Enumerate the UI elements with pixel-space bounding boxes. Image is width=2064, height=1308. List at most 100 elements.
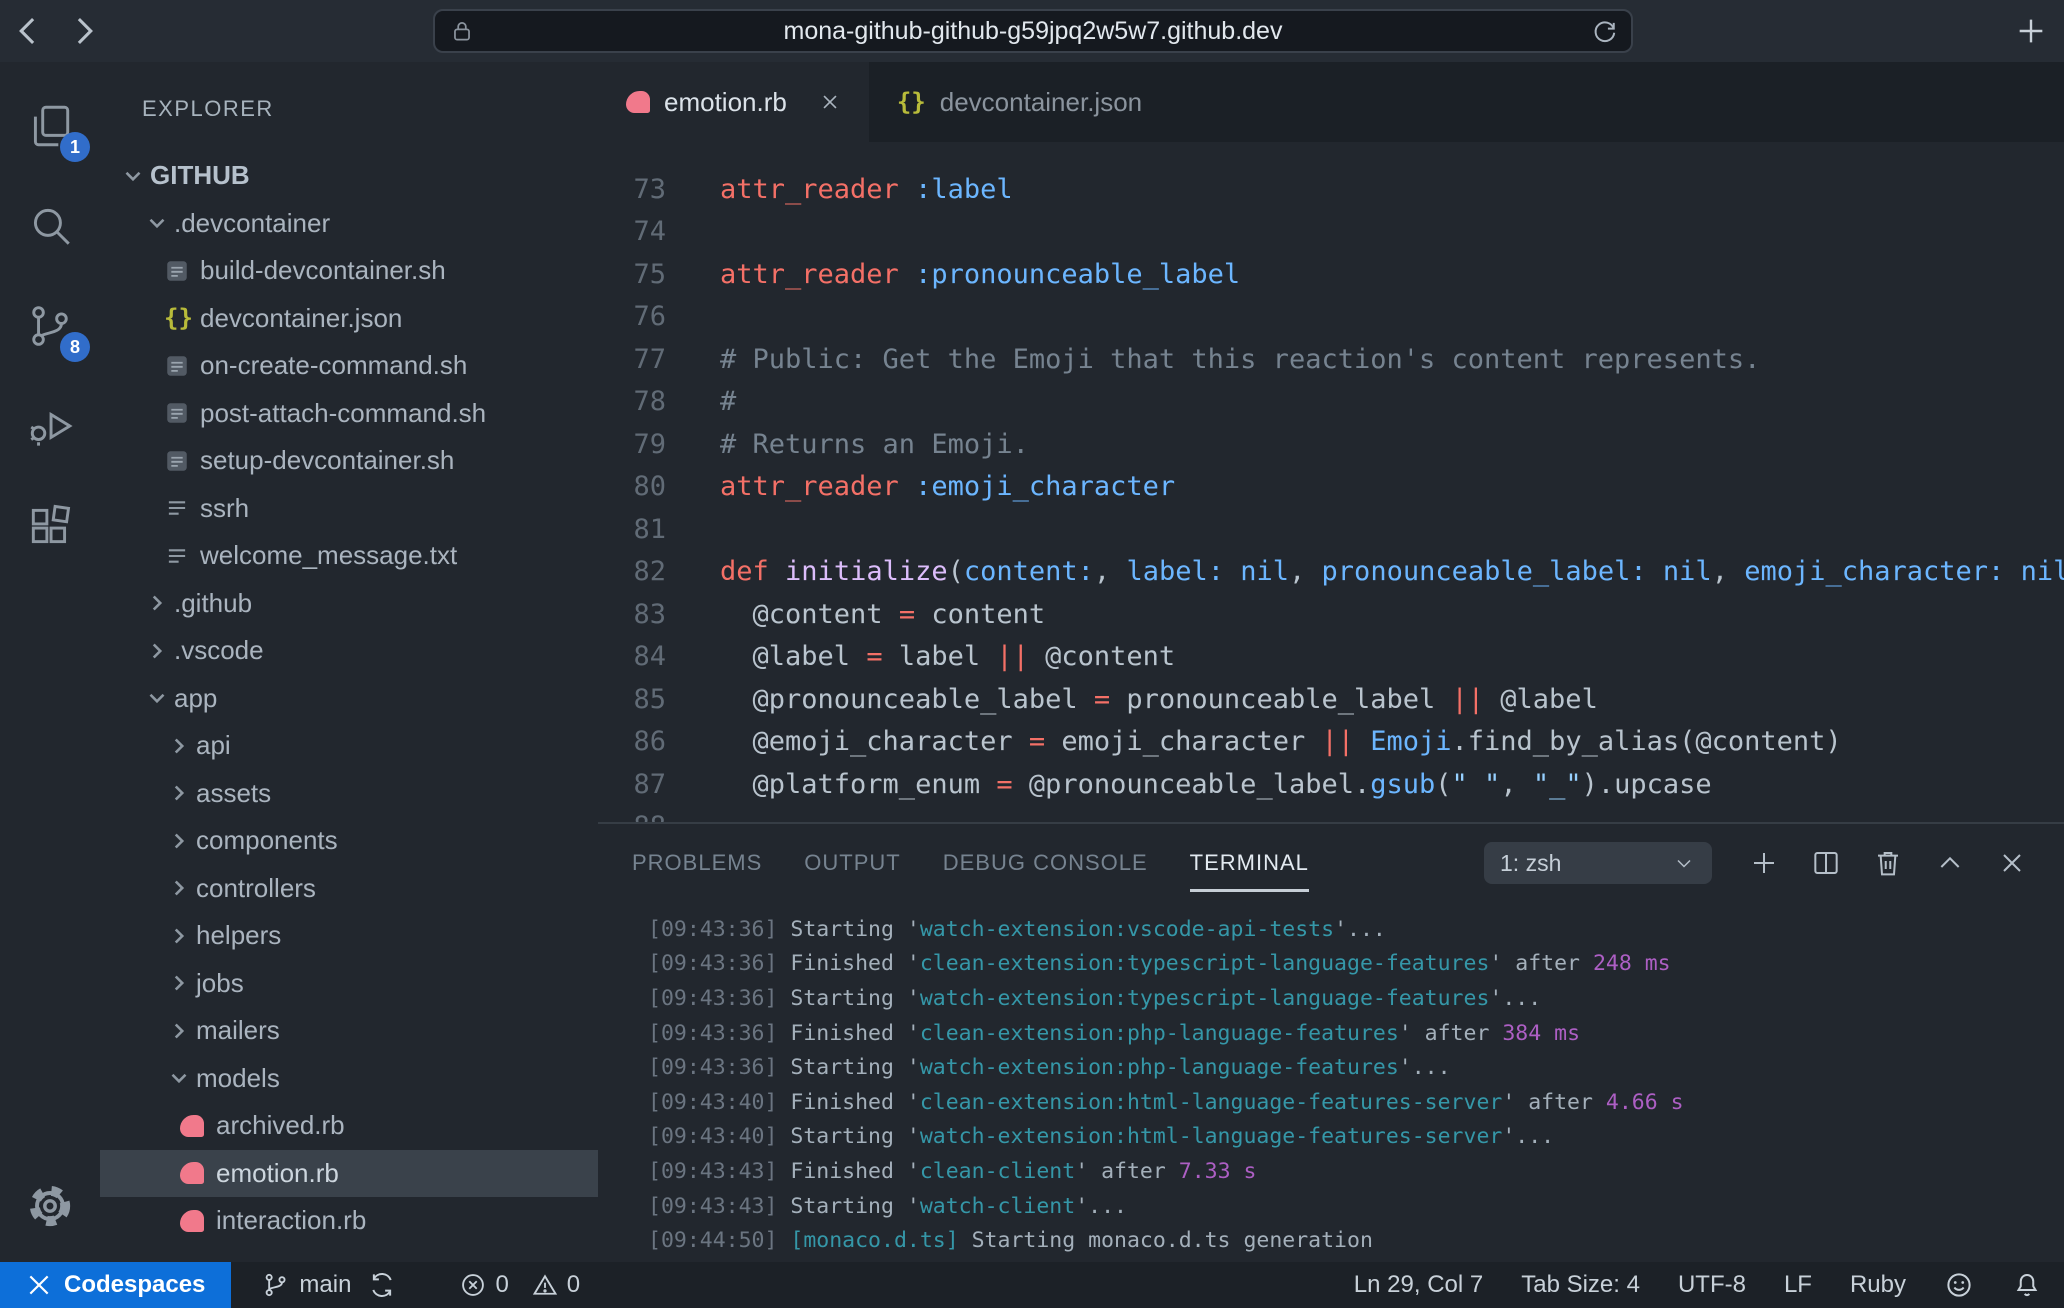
tree-item-models[interactable]: models bbox=[100, 1055, 598, 1103]
sh-file-icon bbox=[164, 400, 198, 426]
tree-item-controllers[interactable]: controllers bbox=[100, 865, 598, 913]
browser-toolbar: mona-github-github-g59jpq2w5w7.github.de… bbox=[0, 0, 2064, 62]
line-number: 83 bbox=[598, 599, 666, 630]
cursor-position-status-item[interactable]: Ln 29, Col 7 bbox=[1354, 1271, 1483, 1299]
close-tab-icon[interactable] bbox=[819, 91, 841, 113]
encoding-status-item[interactable]: UTF-8 bbox=[1678, 1271, 1746, 1299]
tree-item-api[interactable]: api bbox=[100, 722, 598, 770]
extensions-icon[interactable] bbox=[18, 494, 82, 558]
panel-tab-terminal[interactable]: TERMINAL bbox=[1190, 850, 1309, 876]
warning-count: 0 bbox=[567, 1271, 580, 1299]
chevron-down-icon bbox=[142, 685, 172, 711]
eol-status-item[interactable]: LF bbox=[1784, 1271, 1812, 1299]
status-bar: Codespaces main 0 0 Ln 29, Col 7 Tab Size… bbox=[0, 1262, 2064, 1308]
tree-item-GITHUB[interactable]: GITHUB bbox=[100, 152, 598, 200]
sh-file-icon bbox=[164, 448, 198, 474]
editor-tab-emotion.rb[interactable]: emotion.rb bbox=[598, 62, 869, 142]
tree-item-helpers[interactable]: helpers bbox=[100, 912, 598, 960]
chevron-right-icon bbox=[164, 923, 194, 949]
address-bar[interactable]: mona-github-github-g59jpq2w5w7.github.de… bbox=[433, 9, 1633, 53]
tree-item-components[interactable]: components bbox=[100, 817, 598, 865]
run-debug-icon[interactable] bbox=[18, 394, 82, 458]
error-icon bbox=[459, 1271, 487, 1299]
tree-item-post-attach-command.sh[interactable]: post-attach-command.sh bbox=[100, 390, 598, 438]
ruby-file-icon bbox=[626, 91, 650, 113]
settings-gear-icon[interactable] bbox=[18, 1174, 82, 1238]
tree-item-interaction.rb[interactable]: interaction.rb bbox=[100, 1197, 598, 1245]
feedback-smiley-icon[interactable] bbox=[1944, 1270, 1974, 1300]
tree-item-archived.rb[interactable]: archived.rb bbox=[100, 1102, 598, 1150]
editor-tab-bar: emotion.rb{}devcontainer.json bbox=[598, 62, 2064, 142]
codespaces-label: Codespaces bbox=[64, 1271, 205, 1299]
tree-item-mailers[interactable]: mailers bbox=[100, 1007, 598, 1055]
terminal-line: [09:43:36] Finished 'clean-extension:typ… bbox=[648, 947, 2064, 982]
codespaces-status-item[interactable]: Codespaces bbox=[0, 1262, 231, 1308]
problems-status-item[interactable]: 0 0 bbox=[459, 1271, 594, 1299]
terminal-line: [09:43:43] Finished 'clean-client' after… bbox=[648, 1154, 2064, 1189]
code-line-75: 75attr_reader :pronounceable_label bbox=[598, 253, 2064, 296]
terminal-shell-label: 1: zsh bbox=[1500, 850, 1561, 877]
panel-tab-output[interactable]: OUTPUT bbox=[804, 850, 900, 876]
tree-item-.vscode[interactable]: .vscode bbox=[100, 627, 598, 675]
chevron-right-icon bbox=[164, 733, 194, 759]
tree-item-setup-devcontainer.sh[interactable]: setup-devcontainer.sh bbox=[100, 437, 598, 485]
chevron-down-icon bbox=[142, 210, 172, 236]
tree-item-jobs[interactable]: jobs bbox=[100, 960, 598, 1008]
split-terminal-icon[interactable] bbox=[1810, 847, 1842, 879]
close-panel-icon[interactable] bbox=[1996, 847, 2028, 879]
language-mode-status-item[interactable]: Ruby bbox=[1850, 1271, 1906, 1299]
explorer-badge: 1 bbox=[60, 132, 90, 162]
json-file-icon: {} bbox=[164, 304, 198, 332]
tree-item-assets[interactable]: assets bbox=[100, 770, 598, 818]
txt-file-icon bbox=[164, 543, 198, 569]
panel-tab-problems[interactable]: PROBLEMS bbox=[632, 850, 762, 876]
tree-item-.devcontainer[interactable]: .devcontainer bbox=[100, 200, 598, 248]
browser-forward-button[interactable] bbox=[56, 3, 112, 59]
editor-region: emotion.rb{}devcontainer.json 73attr_rea… bbox=[598, 62, 2064, 1262]
ruby-file-icon bbox=[180, 1162, 214, 1184]
code-line-88: 88 bbox=[598, 806, 2064, 823]
chevron-down-icon bbox=[118, 163, 148, 189]
new-tab-button[interactable] bbox=[2014, 14, 2048, 53]
tree-item-build-devcontainer.sh[interactable]: build-devcontainer.sh bbox=[100, 247, 598, 295]
code-line-74: 74 bbox=[598, 211, 2064, 254]
explorer-activity-icon[interactable]: 1 bbox=[18, 94, 82, 158]
branch-icon bbox=[261, 1271, 289, 1299]
tree-item-on-create-command.sh[interactable]: on-create-command.sh bbox=[100, 342, 598, 390]
new-terminal-icon[interactable] bbox=[1748, 847, 1780, 879]
tree-item-label: .github bbox=[174, 588, 252, 619]
url-text: mona-github-github-g59jpq2w5w7.github.de… bbox=[435, 17, 1631, 46]
branch-status-item[interactable]: main bbox=[261, 1270, 397, 1300]
maximize-panel-icon[interactable] bbox=[1934, 847, 1966, 879]
kill-terminal-trash-icon[interactable] bbox=[1872, 847, 1904, 879]
tree-item-.github[interactable]: .github bbox=[100, 580, 598, 628]
tree-item-welcome_message.txt[interactable]: welcome_message.txt bbox=[100, 532, 598, 580]
tree-item-label: helpers bbox=[196, 920, 281, 951]
tree-item-ssrh[interactable]: ssrh bbox=[100, 485, 598, 533]
search-icon[interactable] bbox=[18, 194, 82, 258]
tree-item-app[interactable]: app bbox=[100, 675, 598, 723]
reload-icon[interactable] bbox=[1591, 17, 1619, 45]
tree-item-label: post-attach-command.sh bbox=[200, 398, 486, 429]
tree-item-emotion.rb[interactable]: emotion.rb bbox=[100, 1150, 598, 1198]
panel-header: PROBLEMS OUTPUT DEBUG CONSOLE TERMINAL 1: z… bbox=[598, 824, 2064, 902]
sync-icon bbox=[367, 1270, 397, 1300]
tab-size-status-item[interactable]: Tab Size: 4 bbox=[1521, 1271, 1640, 1299]
tab-label: devcontainer.json bbox=[940, 87, 1142, 118]
line-number: 80 bbox=[598, 471, 666, 502]
terminal-shell-dropdown[interactable]: 1: zsh bbox=[1484, 842, 1712, 884]
tree-item-label: ssrh bbox=[200, 493, 249, 524]
browser-back-button[interactable] bbox=[0, 3, 56, 59]
branch-name: main bbox=[299, 1271, 351, 1299]
terminal-output[interactable]: [09:43:36] Starting 'watch-extension:vsc… bbox=[598, 902, 2064, 1262]
terminal-line: [09:43:36] Starting 'watch-extension:typ… bbox=[648, 981, 2064, 1016]
editor-tab-devcontainer.json[interactable]: {}devcontainer.json bbox=[869, 62, 1170, 142]
tree-item-devcontainer.json[interactable]: {}devcontainer.json bbox=[100, 295, 598, 343]
line-number: 86 bbox=[598, 726, 666, 757]
code-editor[interactable]: 73attr_reader :label7475attr_reader :pro… bbox=[598, 142, 2064, 822]
notifications-bell-icon[interactable] bbox=[2012, 1270, 2042, 1300]
source-control-icon[interactable]: 8 bbox=[18, 294, 82, 358]
panel-controls: 1: zsh bbox=[1484, 824, 2028, 902]
tree-item-label: app bbox=[174, 683, 217, 714]
panel-tab-debug-console[interactable]: DEBUG CONSOLE bbox=[943, 850, 1148, 876]
